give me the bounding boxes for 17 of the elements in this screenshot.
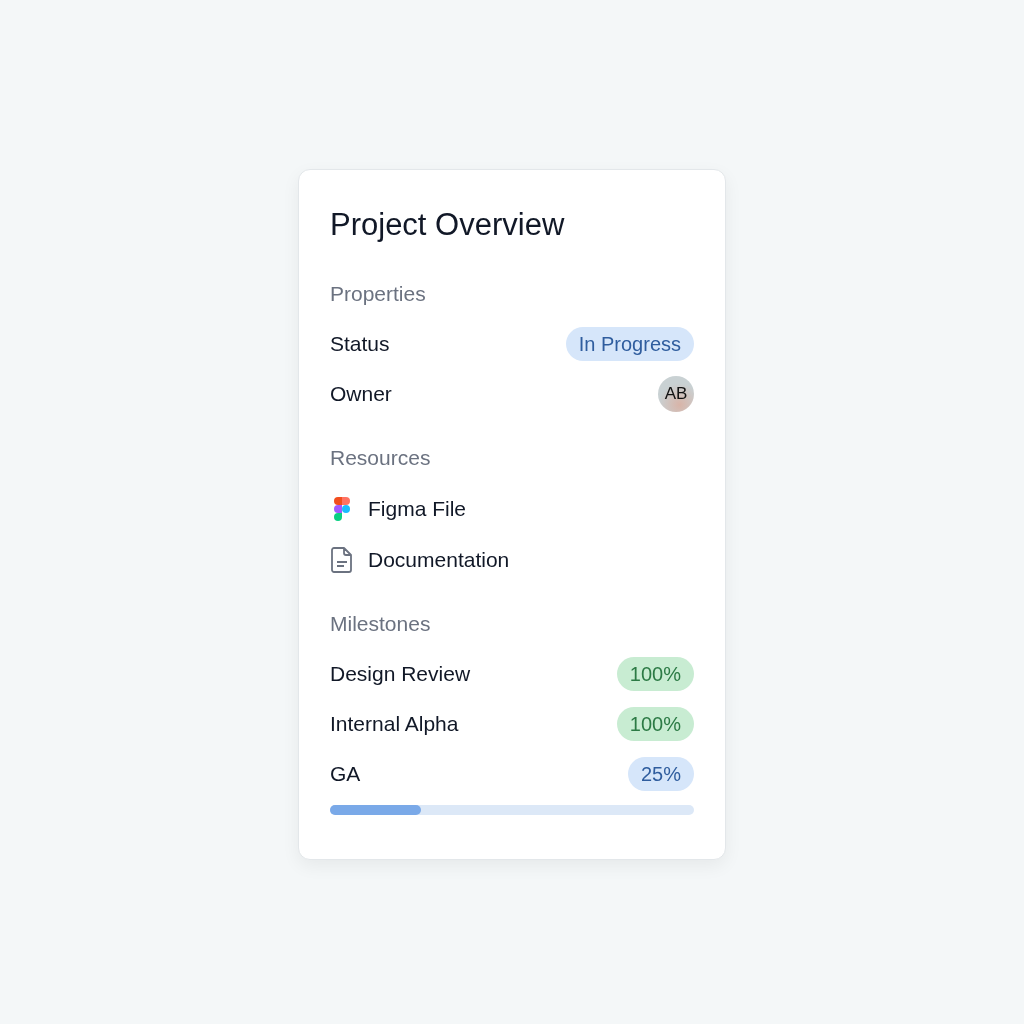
percent-badge: 100% bbox=[616, 707, 694, 741]
owner-avatar[interactable]: AB bbox=[658, 376, 694, 412]
milestone-name: Design Review bbox=[330, 662, 471, 686]
status-badge: In Progress bbox=[565, 327, 694, 361]
document-icon bbox=[330, 546, 354, 573]
resource-link[interactable]: Documentation bbox=[368, 547, 510, 572]
property-label: Owner bbox=[330, 382, 392, 406]
milestone-name: GA bbox=[330, 762, 361, 786]
percent-badge: 100% bbox=[616, 657, 694, 691]
milestone-name: Internal Alpha bbox=[330, 712, 459, 736]
section-heading: Milestones bbox=[330, 611, 432, 637]
percent-badge: 25% bbox=[627, 757, 694, 791]
resource-link[interactable]: Figma File bbox=[368, 496, 467, 521]
section-heading: Properties bbox=[330, 281, 427, 307]
property-label: Status bbox=[330, 332, 390, 356]
card-title: Project Overview bbox=[330, 206, 566, 244]
section-heading: Resources bbox=[330, 445, 432, 471]
